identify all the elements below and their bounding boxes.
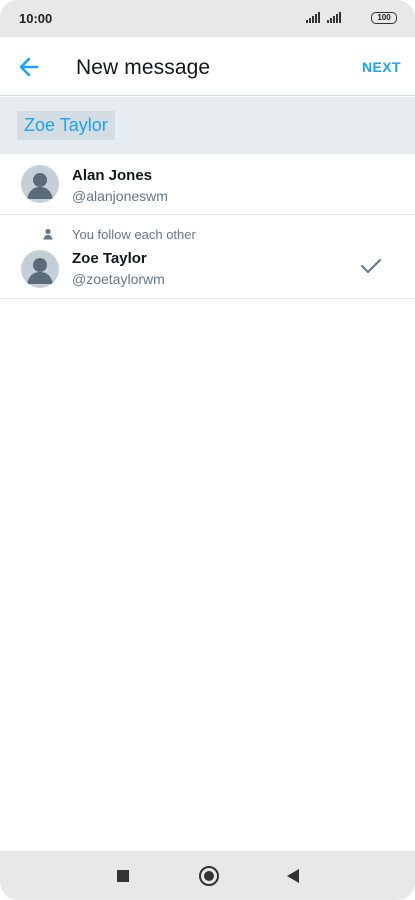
user-name: Alan Jones	[72, 167, 153, 184]
signal-icon	[306, 12, 320, 23]
app-header: New message NEXT	[0, 37, 415, 96]
system-nav-bar	[0, 851, 415, 900]
user-handle: @alanjoneswm	[72, 188, 168, 204]
home-icon[interactable]	[199, 866, 219, 886]
user-list: Alan Jones @alanjoneswm You follow each …	[0, 154, 415, 299]
status-time: 10:00	[19, 11, 53, 26]
next-button[interactable]: NEXT	[362, 59, 401, 75]
user-row[interactable]: Alan Jones @alanjoneswm	[0, 154, 415, 215]
recipients-strip: Zoe Taylor	[0, 97, 415, 154]
follow-status: You follow each other	[72, 227, 196, 242]
person-icon	[43, 228, 53, 240]
page-title: New message	[76, 56, 211, 79]
recent-apps-icon[interactable]	[117, 870, 129, 882]
user-handle: @zoetaylorwm	[72, 271, 165, 287]
avatar	[21, 250, 59, 288]
arrow-left-icon	[19, 57, 39, 77]
user-name: Zoe Taylor	[72, 250, 147, 267]
signal-icon	[327, 12, 341, 23]
checkmark-icon	[361, 259, 381, 273]
back-button[interactable]	[14, 53, 44, 81]
default-avatar-icon	[27, 173, 53, 199]
user-row[interactable]: You follow each other Zoe Taylor @zoetay…	[0, 215, 415, 299]
phone-screen: 10:00 100 New message NEXT Zoe Taylor Al…	[0, 0, 415, 900]
recipient-chip[interactable]: Zoe Taylor	[17, 111, 115, 140]
avatar	[21, 165, 59, 203]
default-avatar-icon	[27, 258, 53, 284]
battery-icon: 100	[371, 12, 397, 24]
back-icon[interactable]	[287, 869, 299, 883]
status-bar: 10:00 100	[0, 0, 415, 37]
